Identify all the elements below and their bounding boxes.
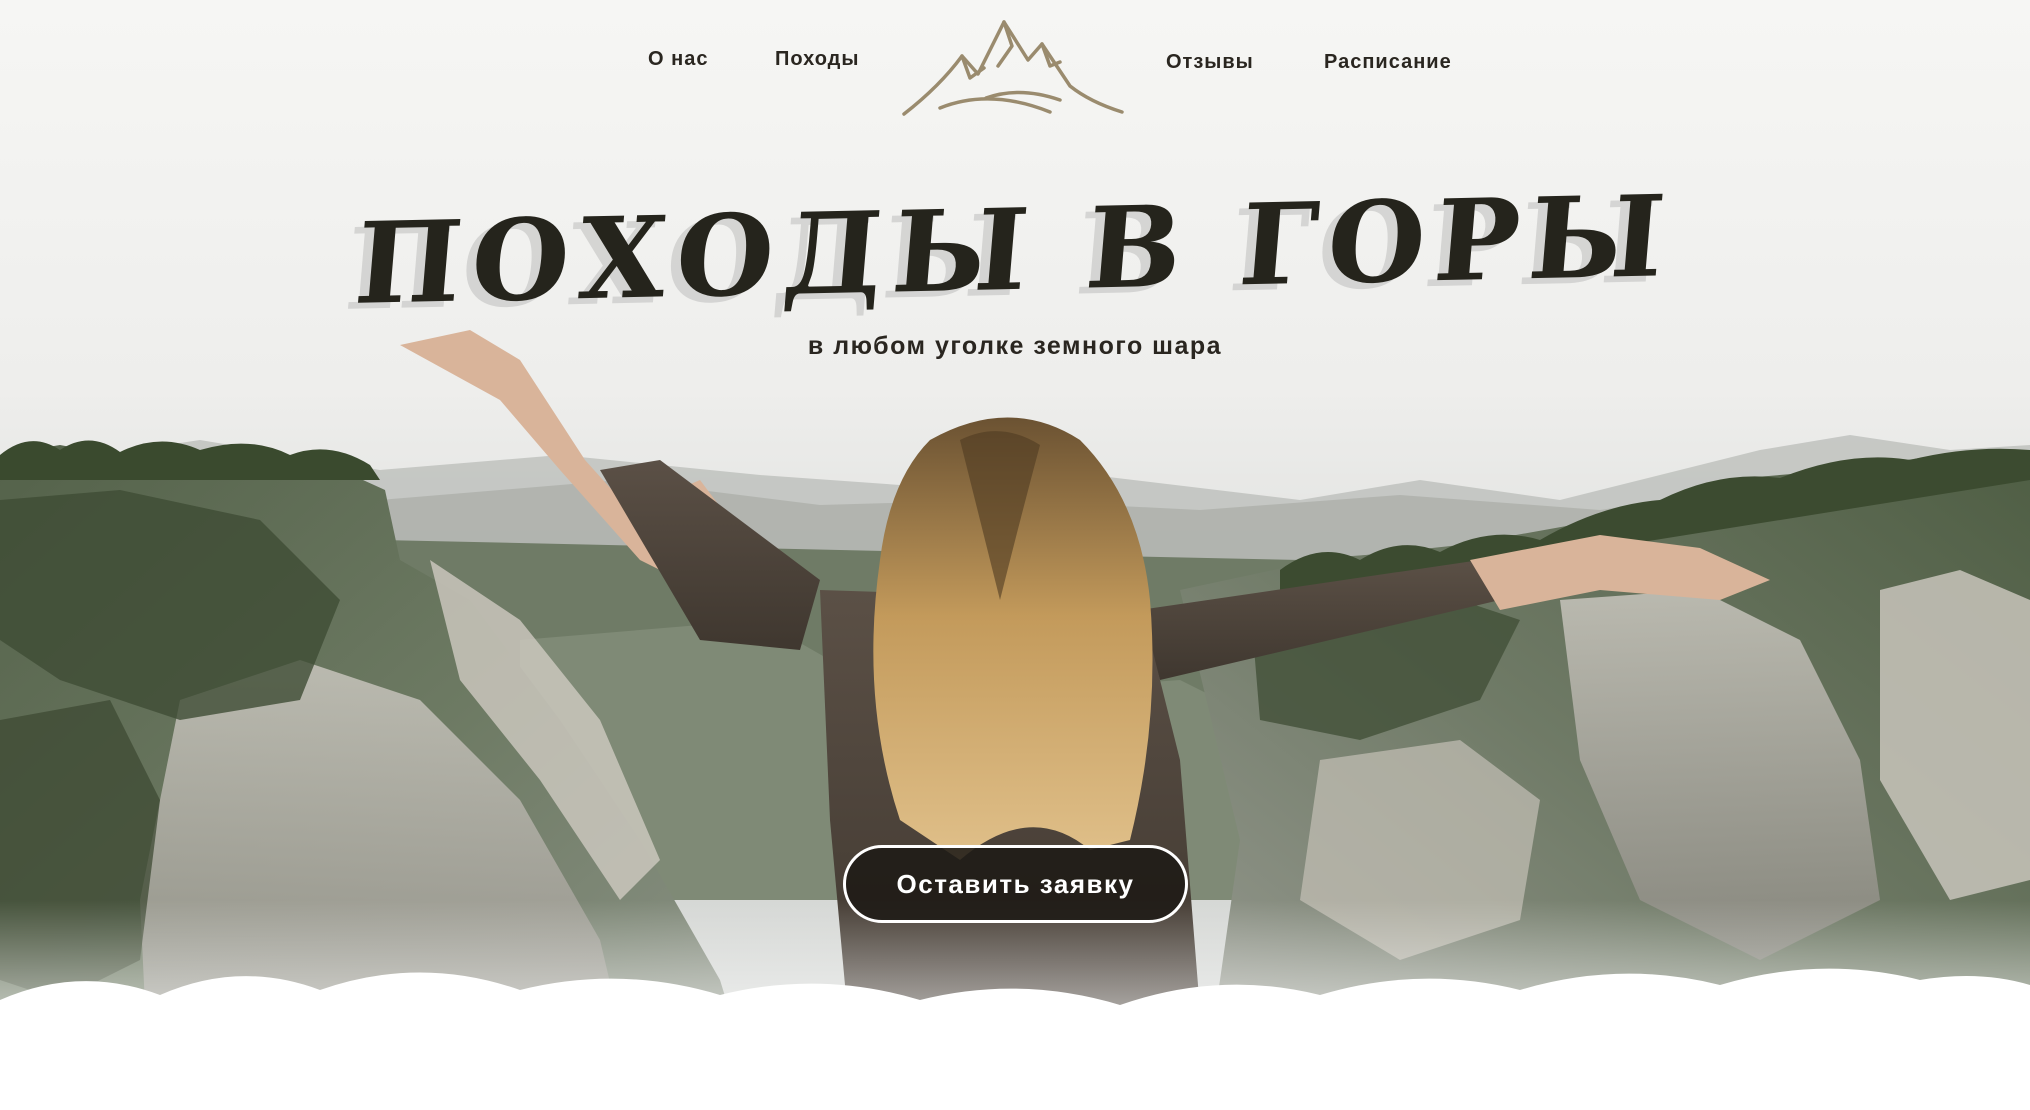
main-nav: О нас Походы Отзывы Расписание xyxy=(0,0,2030,140)
hero-title-block: ПОХОДЫ В ГОРЫ ПОХОДЫ В ГОРЫ xyxy=(0,165,2030,336)
hero-section: О нас Походы Отзывы Расписание ПОХОДЫ В … xyxy=(0,0,2030,1110)
nav-link-hikes[interactable]: Походы xyxy=(775,48,859,71)
nav-link-schedule[interactable]: Расписание xyxy=(1324,51,1452,74)
hero-subtitle: в любом уголке земного шара xyxy=(807,332,1223,360)
hero-title: ПОХОДЫ В ГОРЫ xyxy=(350,171,1680,330)
mountain-logo-icon[interactable] xyxy=(900,16,1130,124)
submit-request-button[interactable]: Оставить заявку xyxy=(843,845,1188,923)
nav-link-about[interactable]: О нас xyxy=(648,48,708,71)
nav-link-reviews[interactable]: Отзывы xyxy=(1166,51,1254,74)
